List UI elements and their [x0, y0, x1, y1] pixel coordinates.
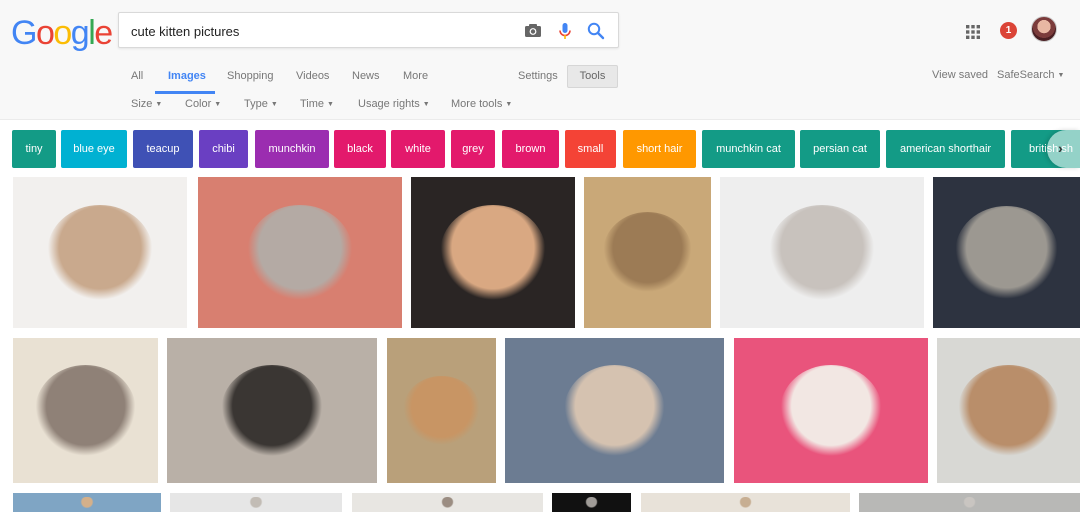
kitten-photo [221, 364, 323, 457]
tab-all[interactable]: All [131, 66, 143, 94]
chip-brown[interactable]: brown [502, 130, 559, 168]
chevron-down-icon: ▼ [270, 101, 278, 108]
settings-link[interactable]: Settings [518, 70, 558, 82]
google-logo[interactable]: Google [11, 14, 113, 53]
kitten-photo [738, 496, 753, 509]
filter-more-tools[interactable]: More tools ▼ [451, 98, 512, 110]
chip-chibi[interactable]: chibi [199, 130, 248, 168]
view-saved-link[interactable]: View saved [932, 69, 988, 81]
logo-letter: o [53, 14, 72, 52]
image-result[interactable] [552, 493, 631, 512]
image-result[interactable] [352, 493, 543, 512]
kitten-photo [962, 496, 977, 509]
chips-next-button[interactable]: › [1047, 130, 1080, 168]
chip-munchkin-cat[interactable]: munchkin cat [702, 130, 795, 168]
tab-more[interactable]: More [403, 66, 428, 94]
kitten-photo [780, 364, 882, 457]
image-result[interactable] [13, 177, 187, 328]
filter-time[interactable]: Time ▼ [300, 98, 334, 110]
image-result[interactable] [933, 177, 1080, 328]
image-result[interactable] [387, 338, 496, 483]
chip-munchkin[interactable]: munchkin [255, 130, 329, 168]
avatar[interactable] [1031, 16, 1057, 42]
related-search-chips: tiny blue eye teacup chibi munchkin black whit… [0, 130, 1080, 168]
filter-type[interactable]: Type ▼ [244, 98, 278, 110]
kitten-photo [403, 376, 480, 445]
camera-icon[interactable] [523, 21, 543, 41]
image-result[interactable] [937, 338, 1080, 483]
safesearch-menu[interactable]: SafeSearch ▼ [997, 69, 1064, 81]
kitten-photo [34, 364, 137, 457]
chip-persian-cat[interactable]: persian cat [800, 130, 880, 168]
chevron-down-icon: ▼ [505, 101, 513, 108]
image-result[interactable] [641, 493, 850, 512]
chip-tiny[interactable]: tiny [12, 130, 56, 168]
chip-white[interactable]: white [391, 130, 445, 168]
tab-news[interactable]: News [352, 66, 380, 94]
search-icon[interactable] [586, 21, 606, 41]
image-result[interactable] [859, 493, 1080, 512]
chevron-down-icon: ▼ [214, 101, 222, 108]
search-input[interactable] [131, 21, 511, 41]
kitten-photo [958, 365, 1059, 456]
kitten-photo [603, 212, 692, 293]
logo-letter: G [11, 14, 37, 52]
kitten-photo [769, 204, 875, 301]
kitten-photo [80, 496, 94, 509]
chevron-down-icon: ▼ [327, 101, 334, 108]
chip-blue-eye[interactable]: blue eye [61, 130, 127, 168]
logo-letter: o [35, 14, 55, 52]
kitten-photo [440, 204, 546, 301]
safesearch-label: SafeSearch [997, 69, 1055, 81]
tab-videos[interactable]: Videos [296, 66, 329, 94]
chevron-right-icon: › [1058, 140, 1063, 156]
chevron-down-icon: ▼ [422, 101, 430, 108]
chip-grey[interactable]: grey [451, 130, 495, 168]
notification-badge[interactable]: 1 [1000, 22, 1017, 39]
image-result[interactable] [13, 338, 158, 483]
chip-black[interactable]: black [334, 130, 386, 168]
kitten-photo [247, 204, 353, 301]
filter-color[interactable]: Color ▼ [185, 98, 221, 110]
logo-letter: g [70, 14, 90, 52]
image-result[interactable] [198, 177, 402, 328]
image-result[interactable] [505, 338, 724, 483]
chip-american-shorthair[interactable]: american shorthair [886, 130, 1005, 168]
kitten-photo [584, 496, 599, 509]
filter-usage-rights[interactable]: Usage rights ▼ [358, 98, 430, 110]
search-box[interactable] [118, 12, 619, 48]
tab-shopping[interactable]: Shopping [227, 66, 274, 94]
image-result[interactable] [13, 493, 161, 512]
tab-images[interactable]: Images [168, 66, 206, 94]
kitten-photo [440, 496, 455, 509]
active-tab-indicator [155, 91, 215, 94]
chip-teacup[interactable]: teacup [133, 130, 193, 168]
search-header: Google 1 All Images S [0, 0, 1080, 120]
image-result[interactable] [720, 177, 924, 328]
chip-small[interactable]: small [565, 130, 616, 168]
filter-size[interactable]: Size ▼ [131, 98, 162, 110]
apps-grid-icon[interactable] [965, 24, 981, 40]
chevron-down-icon: ▼ [155, 101, 163, 108]
kitten-photo [955, 206, 1058, 299]
image-result[interactable] [411, 177, 575, 328]
image-result[interactable] [167, 338, 377, 483]
microphone-icon[interactable] [555, 21, 575, 41]
logo-letter: e [94, 14, 113, 52]
image-result[interactable] [170, 493, 342, 512]
chevron-down-icon: ▼ [1057, 72, 1065, 79]
kitten-photo [249, 496, 263, 509]
chip-short-hair[interactable]: short hair [623, 130, 696, 168]
image-result[interactable] [584, 177, 711, 328]
tools-button[interactable]: Tools [567, 65, 618, 88]
kitten-photo [563, 364, 666, 457]
kitten-photo [47, 204, 153, 301]
image-result[interactable] [734, 338, 928, 483]
